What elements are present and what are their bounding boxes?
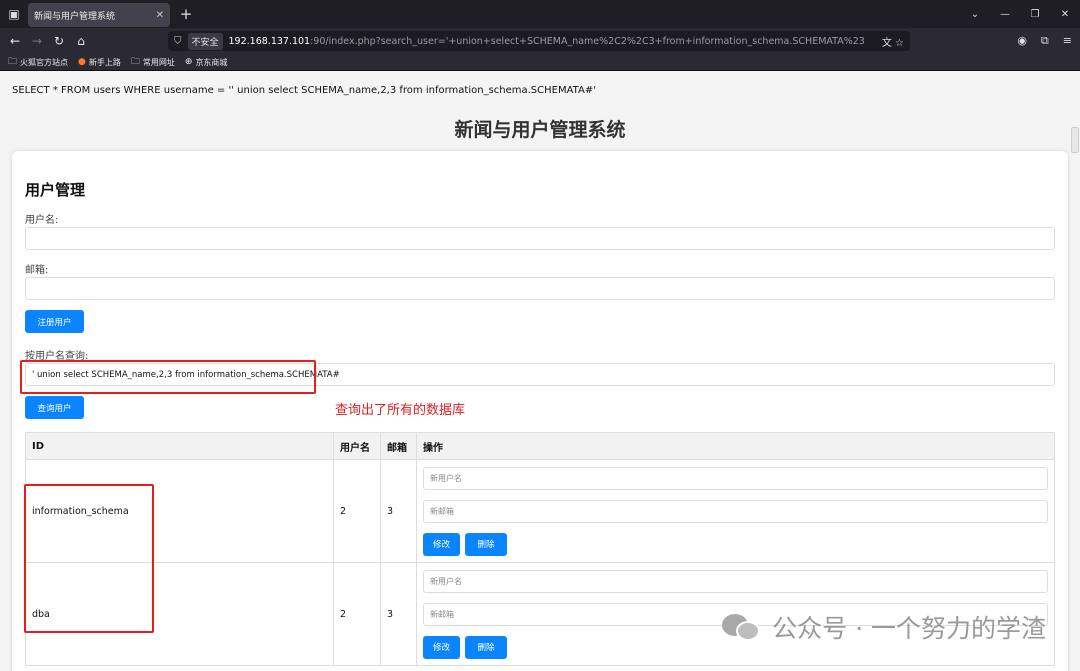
column-header-actions: 操作 xyxy=(416,432,1055,460)
annotation-text: 查询出了所有的数据库 xyxy=(335,403,466,418)
menu-icon[interactable]: ≡ xyxy=(1063,34,1072,48)
chevron-down-icon[interactable]: ⌄ xyxy=(960,9,990,20)
home-icon[interactable]: ⌂ xyxy=(70,34,92,48)
translate-star-icons[interactable]: 文 ☆ xyxy=(882,34,904,49)
email-label: 邮箱: xyxy=(25,265,49,276)
bookmarks-bar: 🗀 火狐官方站点 ● 新手上路 🗀 常用网址 ⊕ 京东商城 xyxy=(0,54,1080,71)
folder-icon: 🗀 xyxy=(130,57,140,67)
column-header-id: ID xyxy=(25,432,334,460)
firefox-icon: ● xyxy=(78,57,86,67)
cell-username: 2 xyxy=(333,562,381,666)
browser-tabbar: ▣ 新闻与用户管理系统 ✕ + ⌄ — ❐ ✕ xyxy=(0,0,1080,28)
cell-email: 3 xyxy=(380,459,417,563)
url-bar[interactable]: ⛉ 不安全 192.168.137.101:90/index.php?searc… xyxy=(168,31,910,51)
bookmark-item[interactable]: ● 新手上路 xyxy=(78,57,121,68)
table-row: information_schema 2 3 新用户名 新邮箱 修改 删除 xyxy=(25,459,1055,563)
extensions-icon[interactable]: ⧉ xyxy=(1041,34,1049,48)
column-header-username: 用户名 xyxy=(333,432,381,460)
back-arrow-icon[interactable]: ← xyxy=(4,34,26,48)
close-icon[interactable]: ✕ xyxy=(156,10,164,21)
page-title: 新闻与用户管理系统 xyxy=(454,119,626,141)
wechat-icon xyxy=(722,612,762,642)
highlight-box-search xyxy=(20,360,316,394)
globe-icon: ⊕ xyxy=(184,57,193,67)
browser-tab[interactable]: 新闻与用户管理系统 ✕ xyxy=(28,3,170,27)
cell-actions: 新用户名 新邮箱 修改 删除 xyxy=(416,459,1055,563)
tab-list-icon[interactable]: ▣ xyxy=(0,0,28,28)
email-field[interactable] xyxy=(25,277,1055,300)
tab-title: 新闻与用户管理系统 xyxy=(34,11,116,22)
close-window-icon[interactable]: ✕ xyxy=(1050,9,1080,20)
toolbar-right: ◉ ⧉ ≡ xyxy=(1017,34,1072,48)
username-field[interactable] xyxy=(25,227,1055,250)
new-email-input[interactable]: 新邮箱 xyxy=(423,499,1048,523)
account-icon[interactable]: ◉ xyxy=(1017,34,1027,48)
restore-icon[interactable]: ❐ xyxy=(1020,9,1050,20)
scrollbar[interactable] xyxy=(1071,127,1079,153)
bookmark-item[interactable]: 🗀 常用网址 xyxy=(131,54,175,70)
delete-button[interactable]: 删除 xyxy=(465,635,507,659)
minimize-icon[interactable]: — xyxy=(990,9,1020,20)
forward-arrow-icon[interactable]: → xyxy=(26,34,48,48)
register-button[interactable]: 注册用户 xyxy=(25,310,84,333)
reload-icon[interactable]: ↻ xyxy=(48,34,70,48)
watermark-text: 公众号 · 一个努力的学渣 xyxy=(772,614,1046,643)
cell-email: 3 xyxy=(380,562,417,666)
watermark: 公众号 · 一个努力的学渣 xyxy=(722,609,1046,645)
new-username-input[interactable]: 新用户名 xyxy=(423,569,1048,593)
delete-button[interactable]: 删除 xyxy=(465,532,507,556)
folder-icon: 🗀 xyxy=(8,57,18,67)
section-title: 用户管理 xyxy=(25,181,86,199)
window-controls: ⌄ — ❐ ✕ xyxy=(960,0,1080,28)
insecure-badge[interactable]: 不安全 xyxy=(187,32,223,50)
page-content: SELECT * FROM users WHERE username = '' … xyxy=(0,71,1080,671)
sql-query-text: SELECT * FROM users WHERE username = '' … xyxy=(12,85,596,96)
highlight-box-results xyxy=(24,484,154,633)
username-label: 用户名: xyxy=(25,215,59,226)
edit-button[interactable]: 修改 xyxy=(423,532,460,556)
new-tab-button[interactable]: + xyxy=(174,5,198,23)
cell-username: 2 xyxy=(333,459,381,563)
new-username-input[interactable]: 新用户名 xyxy=(423,466,1048,490)
bookmark-item[interactable]: ⊕ 京东商城 xyxy=(185,57,228,68)
shield-icon[interactable]: ⛉ xyxy=(174,36,182,47)
edit-button[interactable]: 修改 xyxy=(423,635,460,659)
bookmark-item[interactable]: 🗀 火狐官方站点 xyxy=(8,54,68,70)
column-header-email: 邮箱 xyxy=(380,432,417,460)
table-header-row: ID 用户名 邮箱 操作 xyxy=(25,432,1055,460)
user-management-card: 用户管理 用户名: 邮箱: 注册用户 按用户名查询: ' union selec… xyxy=(12,151,1068,671)
search-button[interactable]: 查询用户 xyxy=(25,396,84,419)
browser-navbar: ← → ↻ ⌂ ⛉ 不安全 192.168.137.101:90/index.p… xyxy=(0,28,1080,54)
url-path: :90/index.php?search_user='+union+select… xyxy=(310,35,865,47)
url-host: 192.168.137.101 xyxy=(228,35,311,47)
